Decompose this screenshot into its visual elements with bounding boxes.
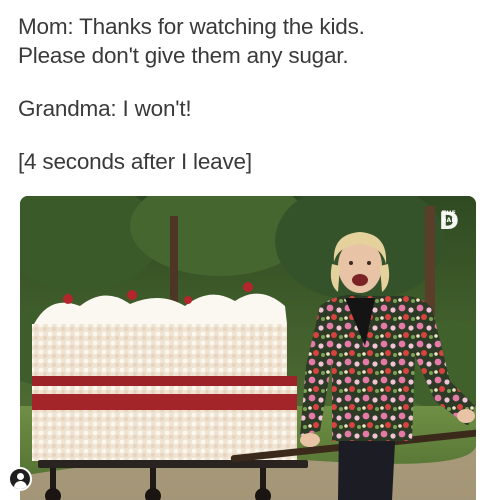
- caption-line-2: Please don't give them any sugar.: [18, 43, 349, 68]
- caption-line-4: [4 seconds after I leave]: [18, 149, 252, 174]
- giant-cake: [32, 282, 297, 461]
- caption-line-1: Mom: Thanks for watching the kids.: [18, 14, 365, 39]
- caption-line-3: Grandma: I won't!: [18, 96, 192, 121]
- avatar-head: [17, 473, 24, 480]
- user-avatar-icon[interactable]: [8, 467, 32, 491]
- watermark-text: THE DAD: [441, 210, 457, 224]
- photo-scene: [20, 196, 476, 500]
- the-dad-logo: D THE DAD: [434, 206, 464, 235]
- avatar-body: [14, 481, 27, 489]
- meme-photo: D THE DAD: [20, 196, 476, 500]
